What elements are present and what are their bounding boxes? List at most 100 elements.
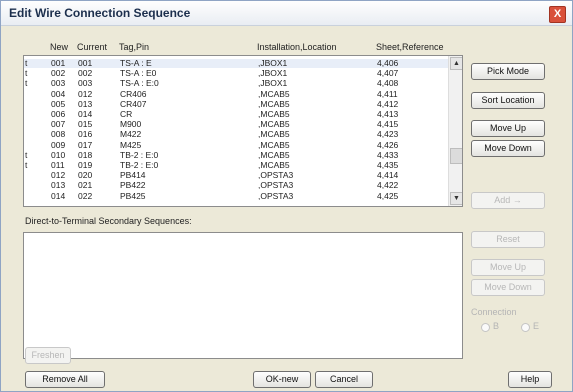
cell-tag: CR — [120, 109, 133, 119]
cell-flag: t — [25, 160, 28, 170]
cell-sheet: 4,413 — [377, 109, 399, 119]
table-row[interactable]: t 003 003 TS-A : E:0 ,JBOX1 4,408 — [24, 79, 448, 88]
scroll-thumb[interactable] — [450, 148, 462, 164]
cell-tag: TS-A : E0 — [120, 68, 157, 79]
cell-tag: PB422 — [120, 180, 146, 191]
cell-location: ,OPSTA3 — [258, 180, 294, 191]
cell-current: 016 — [78, 129, 93, 140]
cell-flag: t — [25, 78, 28, 89]
table-row[interactable]: 013 021 PB422 ,OPSTA3 4,422 — [24, 181, 448, 190]
table-row[interactable]: t 011 019 TB-2 : E:0 ,MCAB5 4,435 — [24, 161, 448, 170]
cell-location: ,MCAB5 — [258, 88, 290, 99]
cell-new: 006 — [51, 109, 66, 119]
cell-sheet: 4,435 — [377, 160, 399, 170]
cancel-button[interactable]: Cancel — [315, 371, 373, 388]
cell-new: 009 — [51, 139, 66, 150]
cell-sheet: 4,425 — [377, 190, 399, 201]
close-button[interactable]: X — [549, 6, 566, 23]
col-header-current: Current — [77, 42, 108, 52]
cell-current: 019 — [78, 160, 93, 170]
cell-tag: PB414 — [120, 170, 146, 181]
cell-current: 012 — [78, 88, 93, 99]
col-header-location: Installation,Location — [257, 42, 337, 52]
cell-tag: M425 — [120, 139, 142, 150]
sort-location-button[interactable]: Sort Location — [471, 92, 545, 109]
cell-new: 005 — [51, 98, 66, 109]
cell-current: 022 — [78, 190, 93, 201]
scroll-up-icon[interactable]: ▲ — [450, 57, 462, 70]
cell-sheet: 4,414 — [377, 170, 399, 181]
cell-current: 020 — [78, 170, 93, 181]
connection-label: Connection — [471, 307, 517, 317]
list-scrollbar[interactable]: ▲ ▼ — [448, 56, 462, 206]
cell-current: 002 — [78, 68, 93, 79]
table-row[interactable]: t 001 001 TS-A : E ,JBOX1 4,406 — [24, 59, 448, 68]
cell-new: 008 — [51, 129, 66, 140]
cell-location: ,OPSTA3 — [258, 190, 294, 201]
cell-tag: TB-2 : E:0 — [120, 160, 159, 170]
cell-tag: CR406 — [120, 88, 147, 99]
cell-current: 014 — [78, 109, 93, 119]
remove-all-button[interactable]: Remove All — [25, 371, 105, 388]
scroll-down-icon[interactable]: ▼ — [450, 192, 462, 205]
cell-new: 014 — [51, 190, 66, 201]
cell-sheet: 4,411 — [377, 88, 398, 99]
ok-new-button[interactable]: OK-new — [253, 371, 311, 388]
cell-current: 021 — [78, 180, 93, 191]
cell-new: 011 — [51, 160, 65, 170]
cell-new: 001 — [51, 58, 66, 68]
cell-sheet: 4,407 — [377, 68, 399, 79]
table-row[interactable]: 006 014 CR ,MCAB5 4,413 — [24, 110, 448, 119]
sequence-list[interactable]: t 001 001 TS-A : E ,JBOX1 4,406 t 002 002 TS-A : … — [23, 55, 463, 207]
cell-current: 001 — [78, 58, 93, 68]
table-row[interactable]: 007 015 M900 ,MCAB5 4,415 — [24, 120, 448, 129]
table-row[interactable]: t 010 018 TB-2 : E:0 ,MCAB5 4,433 — [24, 149, 448, 160]
cell-location: ,JBOX1 — [258, 58, 288, 68]
cell-sheet: 4,412 — [377, 98, 399, 109]
move-down-secondary-button[interactable]: Move Down — [471, 279, 545, 296]
cell-new: 004 — [51, 88, 66, 99]
cell-location: ,MCAB5 — [258, 149, 290, 160]
connection-radio-b[interactable] — [481, 323, 490, 332]
cell-new: 002 — [51, 68, 66, 79]
cell-current: 003 — [78, 78, 93, 89]
cell-sheet: 4,433 — [377, 149, 399, 160]
table-row[interactable]: 004 012 CR406 ,MCAB5 4,411 — [24, 88, 448, 99]
table-row[interactable]: 005 013 CR407 ,MCAB5 4,412 — [24, 98, 448, 109]
cell-new: 012 — [51, 170, 66, 181]
cell-location: ,OPSTA3 — [258, 170, 294, 181]
add-button[interactable]: Add → — [471, 192, 545, 209]
move-up-button[interactable]: Move Up — [471, 120, 545, 137]
cell-location: ,MCAB5 — [258, 160, 290, 170]
cell-location: ,JBOX1 — [258, 78, 288, 89]
cell-current: 017 — [78, 139, 93, 150]
dialog-window: Edit Wire Connection Sequence X New Curr… — [0, 0, 573, 392]
col-header-new: New — [50, 42, 69, 52]
pick-mode-button[interactable]: Pick Mode — [471, 63, 545, 80]
move-up-secondary-button[interactable]: Move Up — [471, 259, 545, 276]
cell-location: ,MCAB5 — [258, 139, 290, 150]
cell-flag: t — [25, 149, 28, 160]
cell-new: 007 — [51, 119, 66, 130]
connection-option-b: B — [493, 321, 500, 331]
table-row[interactable]: 012 020 PB414 ,OPSTA3 4,414 — [24, 171, 448, 180]
freshen-button[interactable]: Freshen — [25, 347, 71, 364]
cell-tag: M900 — [120, 119, 142, 130]
move-down-button[interactable]: Move Down — [471, 140, 545, 157]
cell-current: 018 — [78, 149, 93, 160]
table-row[interactable]: 009 017 M425 ,MCAB5 4,426 — [24, 139, 448, 150]
cell-sheet: 4,415 — [377, 119, 399, 130]
cell-location: ,MCAB5 — [258, 119, 290, 130]
cell-tag: M422 — [120, 129, 142, 140]
help-button[interactable]: Help — [508, 371, 552, 388]
connection-radio-e[interactable] — [521, 323, 530, 332]
table-row[interactable]: 008 016 M422 ,MCAB5 4,423 — [24, 130, 448, 139]
secondary-sequence-list[interactable] — [23, 232, 463, 359]
cell-current: 013 — [78, 98, 93, 109]
cell-sheet: 4,406 — [377, 58, 399, 68]
table-row[interactable]: 014 022 PB425 ,OPSTA3 4,425 — [24, 190, 448, 201]
table-row[interactable]: t 002 002 TS-A : E0 ,JBOX1 4,407 — [24, 69, 448, 78]
reset-button[interactable]: Reset — [471, 231, 545, 248]
cell-new: 010 — [51, 149, 66, 160]
cell-tag: TS-A : E:0 — [120, 78, 159, 89]
